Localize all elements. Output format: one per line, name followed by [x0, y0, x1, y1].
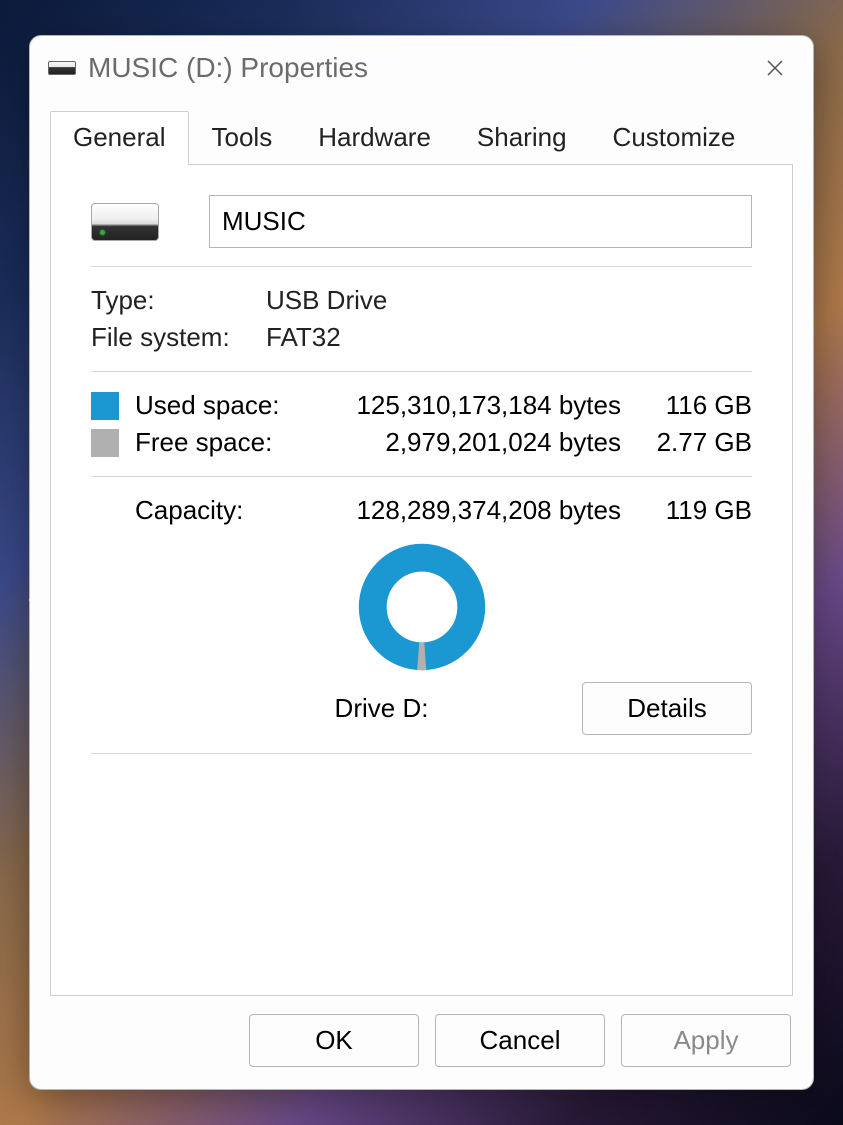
used-space-bytes: 125,310,173,184 bytes	[315, 390, 635, 421]
drive-letter-label: Drive D:	[91, 693, 582, 724]
apply-button[interactable]: Apply	[621, 1014, 791, 1067]
free-swatch-icon	[91, 429, 119, 457]
drive-icon	[91, 203, 159, 241]
usage-donut-chart	[357, 542, 487, 672]
divider	[91, 476, 752, 477]
free-space-bytes: 2,979,201,024 bytes	[315, 427, 635, 458]
used-swatch-icon	[91, 392, 119, 420]
titlebar: MUSIC (D:) Properties	[30, 36, 813, 96]
cancel-button[interactable]: Cancel	[435, 1014, 605, 1067]
tab-hardware[interactable]: Hardware	[295, 111, 454, 165]
general-panel: Type: USB Drive File system: FAT32 Used …	[50, 164, 793, 996]
tab-sharing[interactable]: Sharing	[454, 111, 590, 165]
close-icon	[766, 59, 784, 77]
divider	[91, 371, 752, 372]
tab-general[interactable]: General	[50, 111, 189, 165]
type-value: USB Drive	[266, 285, 387, 316]
tab-tools[interactable]: Tools	[189, 111, 296, 165]
filesystem-label: File system:	[91, 322, 266, 353]
capacity-bytes: 128,289,374,208 bytes	[315, 495, 635, 526]
drive-label-input[interactable]	[209, 195, 752, 248]
used-space-label: Used space:	[135, 390, 315, 421]
ok-button[interactable]: OK	[249, 1014, 419, 1067]
filesystem-value: FAT32	[266, 322, 341, 353]
capacity-spacer	[91, 497, 119, 525]
tab-strip: General Tools Hardware Sharing Customize	[30, 96, 813, 165]
properties-dialog: MUSIC (D:) Properties General Tools Hard…	[29, 35, 814, 1090]
drive-icon-small	[48, 61, 76, 75]
dialog-footer: OK Cancel Apply	[30, 996, 813, 1089]
used-space-gb: 116 GB	[635, 390, 752, 421]
tab-customize[interactable]: Customize	[590, 111, 759, 165]
divider	[91, 266, 752, 267]
capacity-gb: 119 GB	[635, 495, 752, 526]
free-space-gb: 2.77 GB	[635, 427, 752, 458]
divider	[91, 753, 752, 754]
close-button[interactable]	[755, 48, 795, 88]
type-label: Type:	[91, 285, 266, 316]
free-space-label: Free space:	[135, 427, 315, 458]
window-title: MUSIC (D:) Properties	[88, 52, 368, 84]
capacity-label: Capacity:	[135, 495, 315, 526]
details-button[interactable]: Details	[582, 682, 752, 735]
